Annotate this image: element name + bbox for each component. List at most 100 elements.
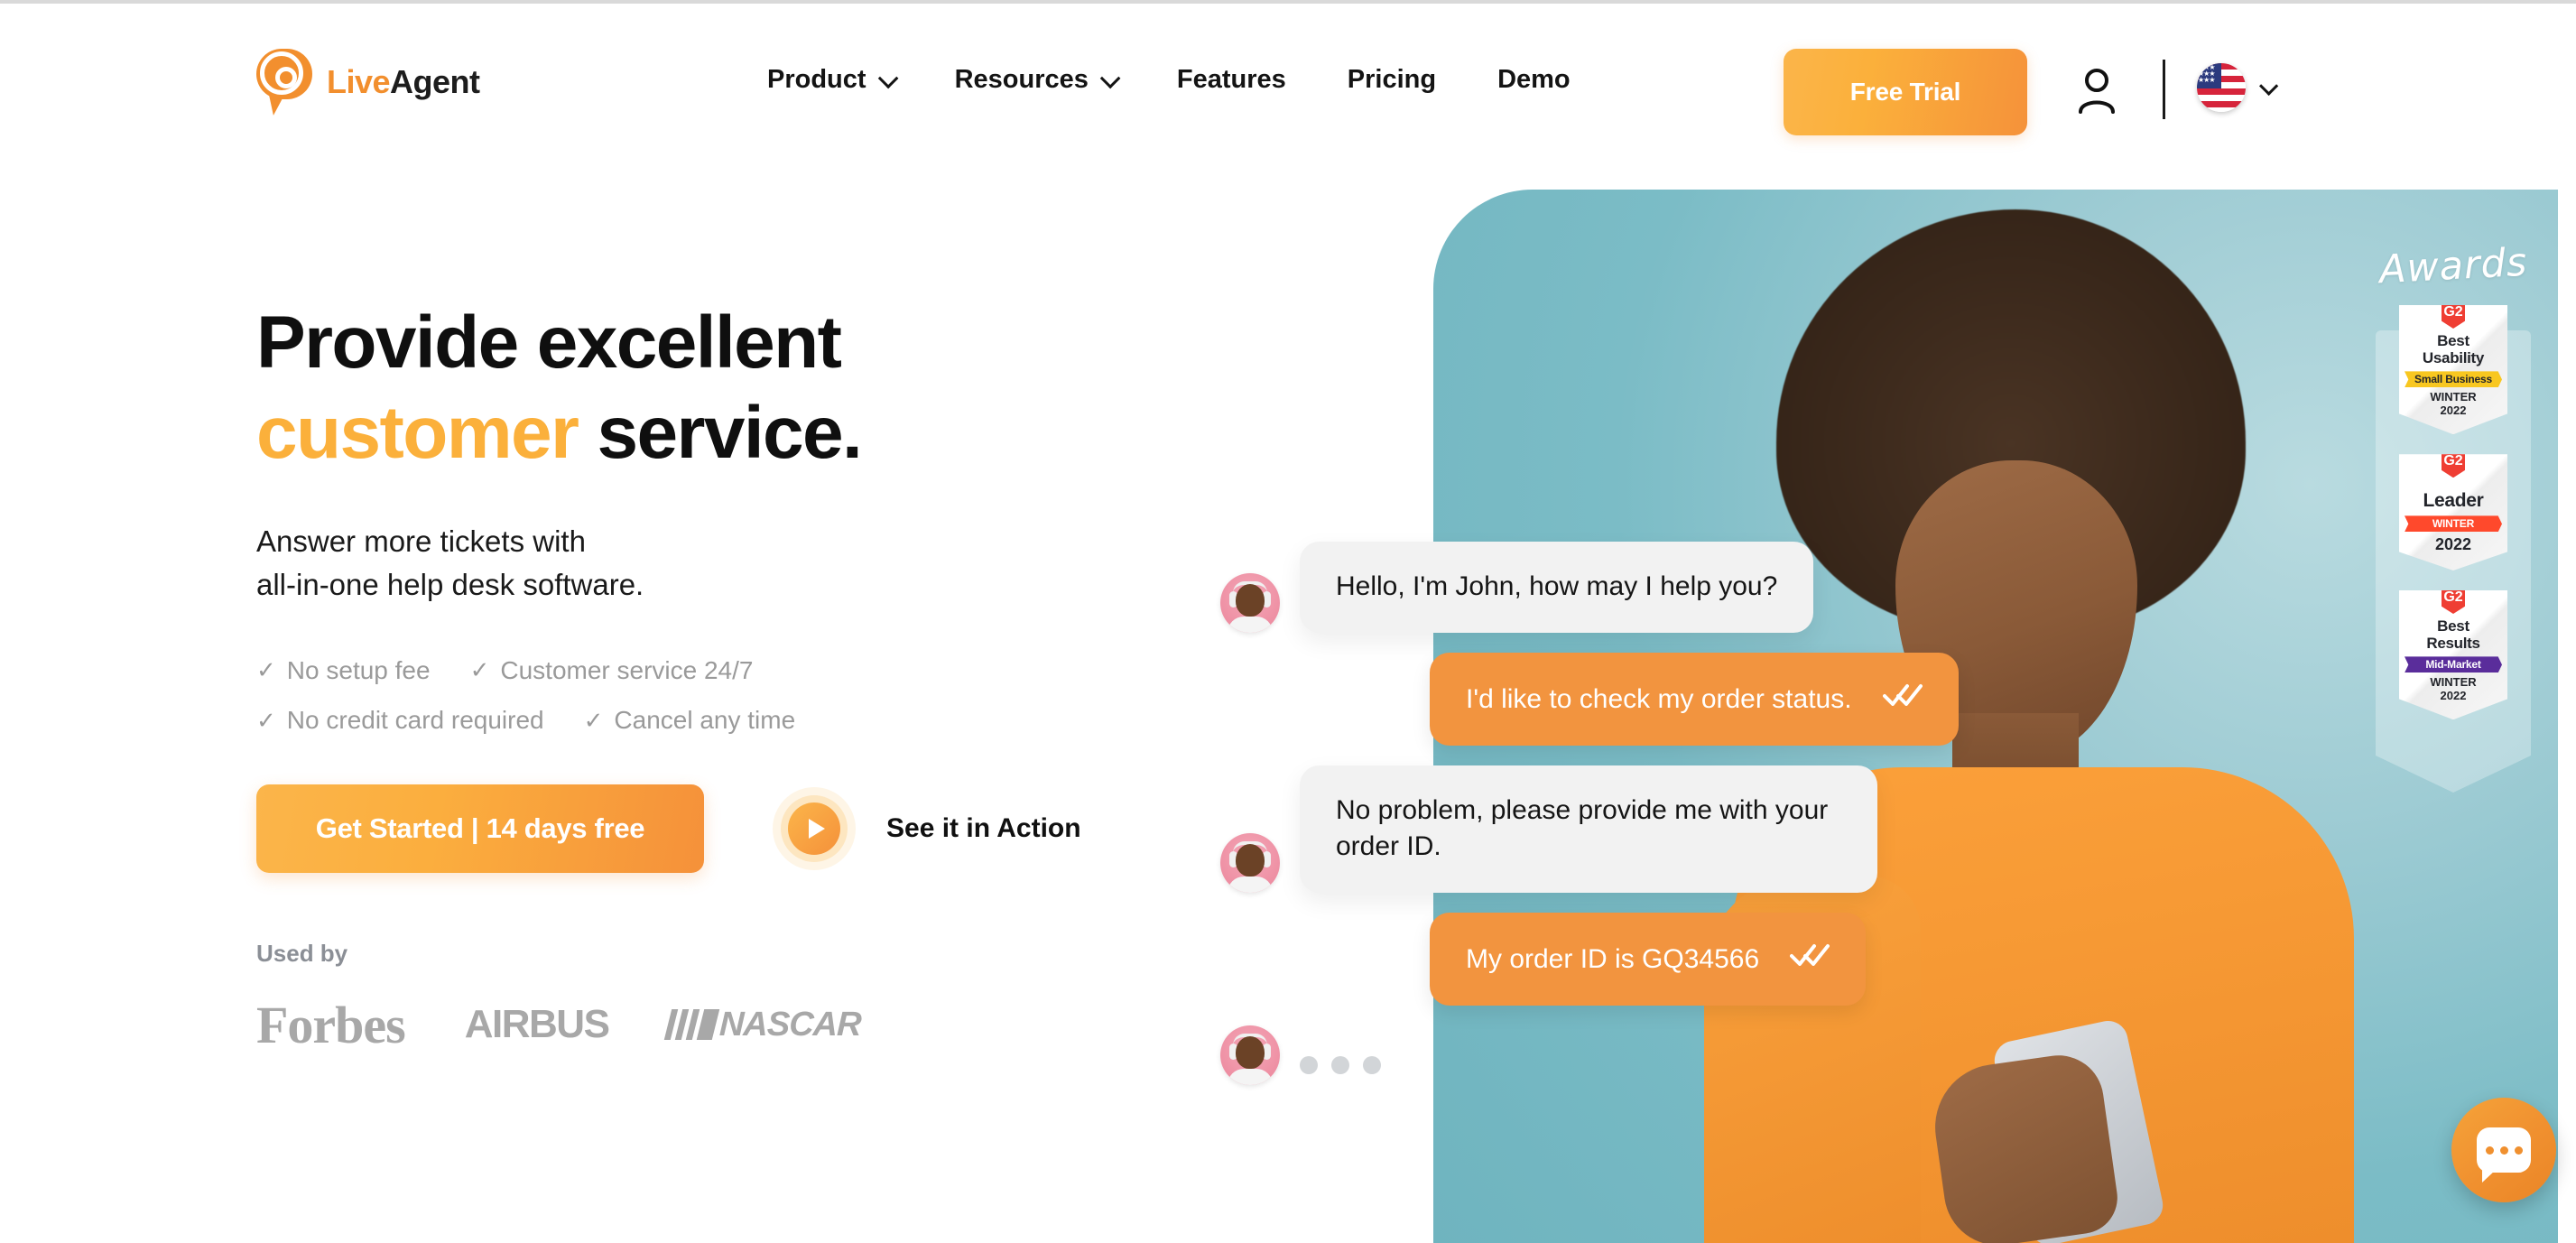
double-check-icon [1790, 940, 1830, 977]
page-title: Provide excellent customer service. [256, 298, 1321, 478]
benefit-label: Customer service 24/7 [500, 655, 754, 684]
double-check-icon [1882, 680, 1923, 717]
nav-label-product: Product [767, 65, 866, 94]
award-badge-ribbon: Mid-Market [2405, 656, 2502, 673]
play-icon [788, 802, 840, 855]
hero-cta-row: Get Started | 14 days free See it in Act… [256, 784, 1321, 873]
nav-item-pricing[interactable]: Pricing [1348, 65, 1436, 95]
benefit-item: ✓ No credit card required [256, 705, 544, 736]
nascar-stripes-icon [664, 1009, 720, 1041]
g2-logo-icon: G2 [2442, 305, 2465, 329]
avatar [1220, 572, 1280, 633]
award-badge-ribbon: Small Business [2405, 371, 2502, 388]
chat-row-user: My order ID is GQ34566 [1220, 913, 2231, 1006]
us-flag-icon: ★★★ ★★★ ★★★ [2197, 63, 2246, 112]
chat-bubble-user: I'd like to check my order status. [1430, 652, 1959, 746]
award-title-line1: Best [2437, 617, 2469, 635]
award-badge-leader: G2 Leader WINTER 2022 [2399, 454, 2507, 571]
get-started-button[interactable]: Get Started | 14 days free [256, 784, 704, 873]
awards-title: Awards [2377, 239, 2529, 293]
award-badge-period: 2022 [2435, 535, 2471, 554]
chevron-down-icon [877, 68, 898, 88]
site-header: LiveAgent Product Resources Features Pri… [0, 4, 2576, 175]
nav-item-demo[interactable]: Demo [1497, 65, 1571, 95]
nav-label-features: Features [1176, 65, 1286, 94]
headline-line-2-rest: service. [597, 392, 863, 475]
headline-accent-word: customer [256, 392, 579, 475]
nascar-logo: NASCAR [664, 1005, 862, 1044]
site-logo[interactable]: LiveAgent [256, 49, 480, 117]
check-icon: ✓ [256, 655, 276, 683]
nav-label-resources: Resources [954, 65, 1089, 94]
typing-indicator [1300, 1055, 1381, 1085]
award-title-line2: Usability [2422, 348, 2485, 366]
chat-row-agent: No problem, please provide me with your … [1220, 765, 2231, 894]
chat-bubble-user: My order ID is GQ34566 [1430, 913, 1867, 1006]
nascar-wordmark: NASCAR [718, 1005, 862, 1044]
main-navigation: Product Resources Features Pricing Demo [767, 65, 1571, 95]
hero-benefit-list: ✓ No setup fee ✓ Customer service 24/7 ✓… [256, 655, 1321, 736]
chat-bubble-agent: No problem, please provide me with your … [1300, 765, 1877, 894]
benefit-label: No setup fee [286, 655, 431, 684]
free-trial-button[interactable]: Free Trial [1784, 49, 2027, 135]
award-badge-ribbon: WINTER [2405, 515, 2502, 533]
language-selector[interactable]: ★★★ ★★★ ★★★ [2197, 63, 2279, 112]
chat-bubble-text: My order ID is GQ34566 [1466, 944, 1760, 975]
benefit-item: ✓ Cancel any time [584, 705, 796, 736]
award-title-line1: Leader [2423, 490, 2484, 512]
logo-wordmark: LiveAgent [327, 63, 480, 101]
award-title-line1: Best [2437, 332, 2469, 349]
award-badge-best-results: G2 Best Results Mid-Market WINTER 2022 [2399, 590, 2507, 720]
nav-label-demo: Demo [1497, 65, 1571, 94]
hero-copy: Provide excellent customer service. Answ… [256, 298, 1321, 1055]
chat-row-typing [1220, 1025, 2231, 1085]
avatar [1220, 1025, 1280, 1085]
benefit-row: ✓ No credit card required ✓ Cancel any t… [256, 705, 1321, 736]
benefit-item: ✓ Customer service 24/7 [470, 655, 754, 686]
see-it-in-action-label: See it in Action [886, 812, 1081, 843]
chat-conversation-overlay: Hello, I'm John, how may I help you? I'd… [1220, 542, 2231, 1105]
chevron-down-icon [1099, 68, 1121, 88]
nav-label-pricing: Pricing [1347, 65, 1437, 94]
person-icon[interactable] [2076, 67, 2117, 114]
award-year: 2022 [2440, 689, 2467, 703]
award-badge-title: Best Results [2426, 617, 2480, 652]
nav-item-product[interactable]: Product [767, 65, 898, 95]
benefit-item: ✓ No setup fee [256, 655, 431, 686]
award-year: 2022 [2440, 404, 2467, 418]
award-season: WINTER [2430, 390, 2477, 404]
avatar [1220, 833, 1280, 894]
used-by-section: Used by Forbes AIRBUS NASCAR [256, 940, 1321, 1055]
nav-item-features[interactable]: Features [1177, 65, 1286, 95]
award-badge-best-usability: G2 Best Usability Small Business WINTER … [2399, 305, 2507, 435]
logo-word-live: Live [327, 63, 391, 100]
used-by-label: Used by [256, 939, 348, 967]
award-badge-title: Best Usability [2422, 332, 2485, 366]
check-icon: ✓ [469, 655, 490, 683]
forbes-logo: Forbes [256, 995, 406, 1054]
chat-bubble-icon [2477, 1127, 2531, 1183]
award-year: 2022 [2434, 535, 2472, 554]
chat-bubble-text: I'd like to check my order status. [1466, 683, 1852, 714]
client-logo-row: Forbes AIRBUS NASCAR [256, 995, 1321, 1055]
chevron-down-icon [2259, 76, 2279, 96]
chat-widget-button[interactable] [2451, 1098, 2556, 1202]
award-title-line2: Results [2426, 634, 2480, 652]
subhead-line-1: Answer more tickets with [256, 524, 586, 559]
benefit-row: ✓ No setup fee ✓ Customer service 24/7 [256, 655, 1321, 686]
play-button-rings [773, 786, 856, 870]
award-badge-period: WINTER 2022 [2430, 675, 2477, 703]
logo-word-agent: Agent [390, 63, 480, 100]
award-season: WINTER [2430, 675, 2477, 690]
see-it-in-action-link[interactable]: See it in Action [773, 786, 1081, 870]
hero-subheading: Answer more tickets with all-in-one help… [256, 520, 1321, 607]
airbus-logo: AIRBUS [464, 1002, 610, 1047]
award-badge-period: WINTER 2022 [2430, 390, 2477, 418]
header-divider [2163, 60, 2165, 119]
chat-row-user: I'd like to check my order status. [1220, 652, 2231, 746]
chat-bubble-agent: Hello, I'm John, how may I help you? [1300, 542, 1814, 633]
benefit-label: Cancel any time [614, 706, 796, 735]
chat-row-agent: Hello, I'm John, how may I help you? [1220, 542, 2231, 633]
nav-item-resources[interactable]: Resources [954, 65, 1121, 95]
awards-rail: Awards G2 Best Usability Small Business … [2370, 240, 2536, 793]
